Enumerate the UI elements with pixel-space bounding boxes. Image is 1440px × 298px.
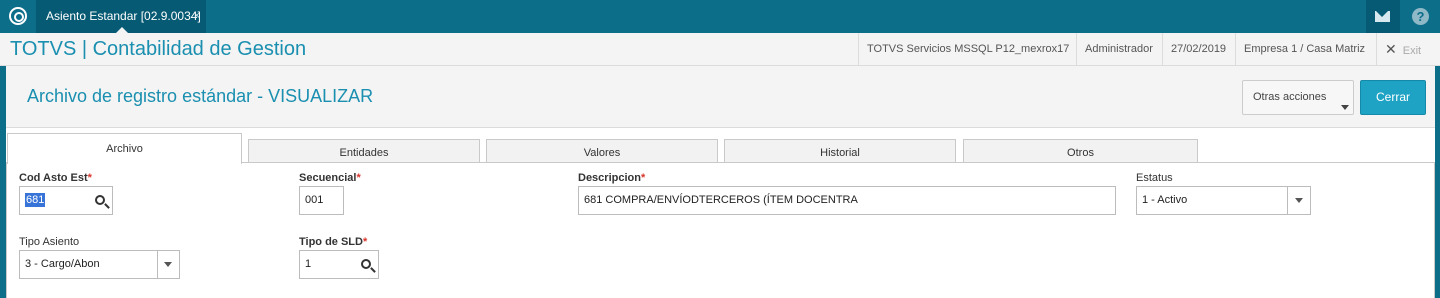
exit-label: Exit bbox=[1402, 45, 1422, 57]
cod-asto-field[interactable]: 681 bbox=[19, 186, 113, 215]
secuencial-label: Secuencial* bbox=[299, 172, 361, 184]
form-panel: Cod Asto Est* 681 Secuencial* 001 Descri… bbox=[6, 163, 1435, 298]
server-info: TOTVS Servicios MSSQL P12_mexrox17 bbox=[858, 33, 1077, 66]
search-icon[interactable] bbox=[95, 195, 105, 205]
tab-historial[interactable]: Historial bbox=[724, 139, 956, 163]
window-tab-label: Asiento Estandar [02.9.0034] bbox=[46, 9, 201, 23]
app-title: TOTVS | Contabilidad de Gestion bbox=[10, 38, 307, 60]
tab-archivo[interactable]: Archivo bbox=[7, 133, 242, 164]
other-actions-label: Otras acciones bbox=[1253, 91, 1327, 103]
dropdown-separator bbox=[157, 251, 158, 278]
descripcion-field[interactable]: 681 COMPRA/ENVÍODTERCEROS (ÍTEM DOCENTRA bbox=[578, 186, 1116, 215]
page-header: Archivo de registro estándar - VISUALIZA… bbox=[6, 66, 1435, 128]
close-tab-icon[interactable]: × bbox=[194, 0, 200, 33]
required-mark: * bbox=[640, 172, 646, 184]
mail-button[interactable] bbox=[1366, 0, 1400, 33]
tipo-asiento-value: 3 - Cargo/Abon bbox=[25, 258, 100, 270]
tab-valores[interactable]: Valores bbox=[486, 139, 718, 163]
chevron-down-icon[interactable] bbox=[164, 262, 172, 267]
tipo-sld-field[interactable]: 1 bbox=[299, 250, 379, 279]
required-mark: * bbox=[87, 172, 92, 184]
tab-strip: Archivo Entidades Valores Historial Otro… bbox=[6, 128, 1435, 164]
secuencial-value: 001 bbox=[305, 194, 324, 206]
date-info: 27/02/2019 bbox=[1162, 33, 1234, 66]
app-header: TOTVS | Contabilidad de Gestion TOTVS Se… bbox=[0, 33, 1440, 66]
estatus-select[interactable]: 1 - Activo bbox=[1136, 186, 1311, 215]
help-icon: ? bbox=[1412, 8, 1429, 25]
page-title: Archivo de registro estándar - VISUALIZA… bbox=[27, 86, 374, 106]
caret-down-icon bbox=[1341, 105, 1349, 110]
tipo-asiento-select[interactable]: 3 - Cargo/Abon bbox=[19, 250, 180, 279]
secuencial-field[interactable]: 001 bbox=[299, 186, 344, 215]
close-button[interactable]: Cerrar bbox=[1360, 80, 1426, 115]
dropdown-separator bbox=[1287, 187, 1288, 214]
required-mark: * bbox=[356, 172, 361, 184]
totvs-logo-icon[interactable] bbox=[9, 7, 27, 25]
cod-asto-value: 681 bbox=[25, 193, 46, 207]
search-icon[interactable] bbox=[361, 259, 371, 269]
other-actions-button[interactable]: Otras acciones bbox=[1242, 80, 1354, 115]
chevron-down-icon[interactable] bbox=[1295, 198, 1303, 203]
company-info: Empresa 1 / Casa Matriz bbox=[1235, 33, 1373, 66]
close-icon: ✕ bbox=[1385, 41, 1397, 57]
tab-entidades[interactable]: Entidades bbox=[248, 139, 480, 163]
estatus-label: Estatus bbox=[1136, 172, 1173, 184]
descripcion-value: 681 COMPRA/ENVÍODTERCEROS (ÍTEM DOCENTRA bbox=[584, 194, 858, 206]
help-button[interactable]: ? bbox=[1400, 0, 1440, 33]
user-info: Administrador bbox=[1076, 33, 1161, 66]
tipo-sld-label: Tipo de SLD* bbox=[299, 236, 368, 248]
tipo-sld-value: 1 bbox=[305, 258, 312, 270]
estatus-value: 1 - Activo bbox=[1142, 194, 1188, 206]
required-mark: * bbox=[362, 236, 368, 248]
tipo-asiento-label: Tipo Asiento bbox=[19, 236, 80, 248]
tab-otros[interactable]: Otros bbox=[963, 139, 1198, 163]
cod-asto-label: Cod Asto Est* bbox=[19, 172, 92, 184]
descripcion-label: Descripcion* bbox=[578, 172, 646, 184]
exit-button[interactable]: ✕ Exit bbox=[1376, 33, 1429, 66]
top-bar: Asiento Estandar [02.9.0034] × ? bbox=[0, 0, 1440, 33]
envelope-icon bbox=[1375, 11, 1390, 22]
right-accent-bar bbox=[1435, 66, 1440, 298]
